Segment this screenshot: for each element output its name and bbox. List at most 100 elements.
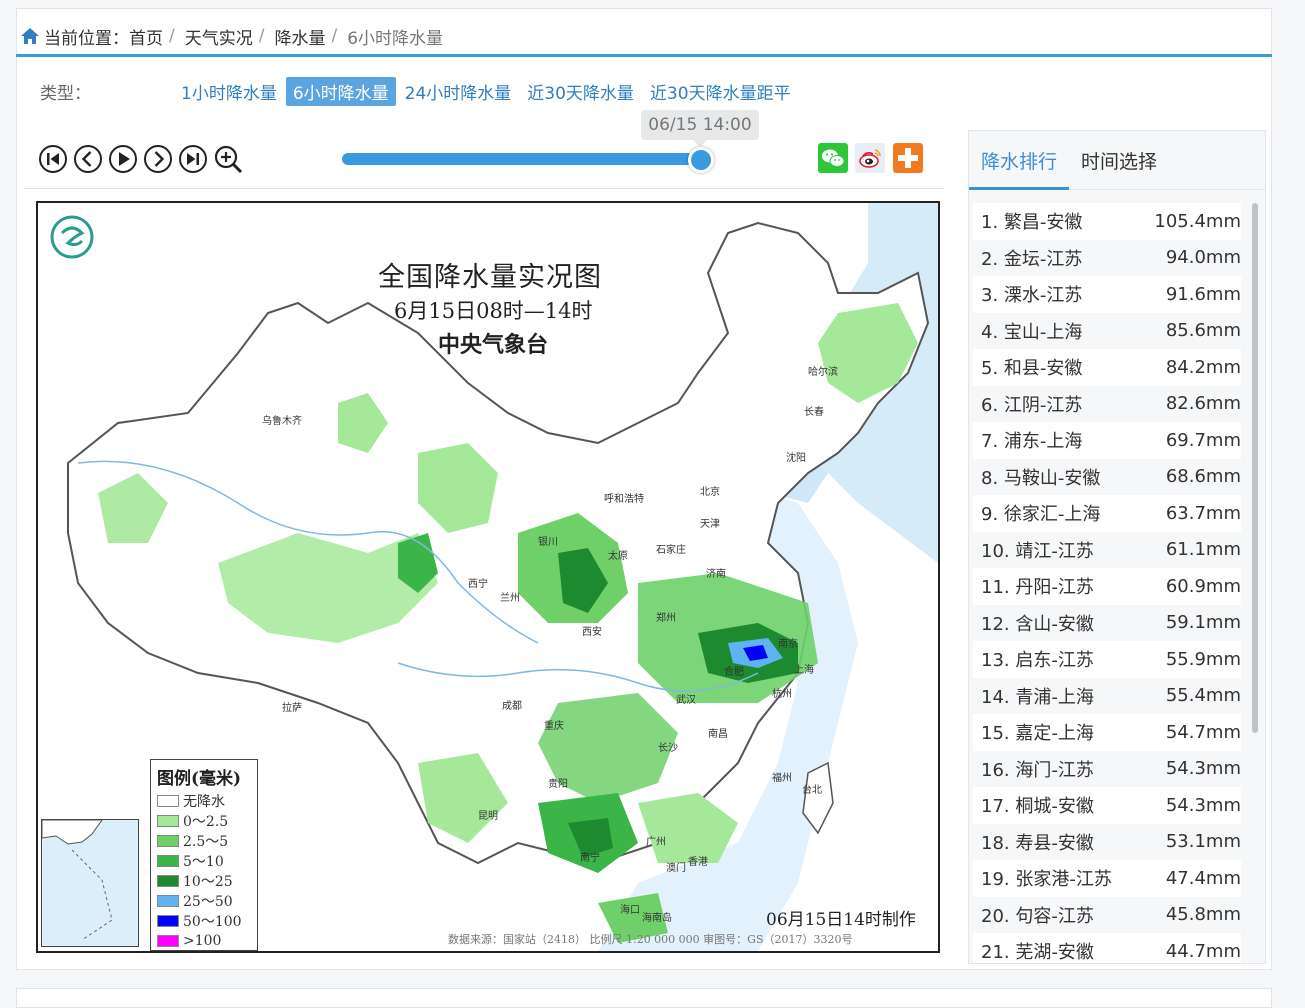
- ranking-row[interactable]: 15. 嘉定-上海 54.7mm: [973, 714, 1241, 751]
- ranking-row[interactable]: 8. 马鞍山-安徽 68.6mm: [973, 458, 1241, 495]
- city-label: 长沙: [658, 743, 678, 754]
- legend-item: 无降水: [151, 791, 257, 811]
- legend-label: 5～10: [183, 854, 224, 870]
- ranking-value: 54.3mm: [1165, 794, 1241, 816]
- ranking-row[interactable]: 18. 寿县-安徽 53.1mm: [973, 823, 1241, 860]
- legend-title: 图例(毫米): [157, 769, 242, 789]
- first-icon[interactable]: [38, 144, 68, 174]
- map-subtitle: 6月15日08时—14时: [394, 299, 593, 323]
- breadcrumb-home[interactable]: 首页: [129, 24, 163, 49]
- wechat-icon[interactable]: [818, 143, 848, 173]
- ranking-row[interactable]: 11. 丹阳-江苏 60.9mm: [973, 568, 1241, 605]
- ranking-row[interactable]: 16. 海门-江苏 54.3mm: [973, 750, 1241, 787]
- ranking-row[interactable]: 7. 浦东-上海 69.7mm: [973, 422, 1241, 459]
- ranking-row[interactable]: 21. 芜湖-安徽 44.7mm: [973, 933, 1241, 963]
- next-icon[interactable]: [143, 144, 173, 174]
- ranking-list: 1. 繁昌-安徽 105.4mm 2. 金坛-江苏 94.0mm 3. 溧水-江苏 91.…: [973, 203, 1241, 963]
- ranking-scrollbar[interactable]: [1252, 203, 1258, 733]
- ranking-row[interactable]: 4. 宝山-上海 85.6mm: [973, 312, 1241, 349]
- city-label: 呼和浩特: [604, 494, 644, 505]
- ranking-row[interactable]: 9. 徐家汇-上海 63.7mm: [973, 495, 1241, 532]
- legend-label: 0～2.5: [183, 814, 229, 830]
- breadcrumb-sep: /: [258, 26, 265, 46]
- legend-swatch: [157, 875, 179, 887]
- ranking-row[interactable]: 13. 启东-江苏 55.9mm: [973, 641, 1241, 678]
- breadcrumb-weather-live[interactable]: 天气实况: [185, 24, 253, 49]
- breadcrumb-current: 6小时降水量: [347, 28, 444, 49]
- ranking-value: 105.4mm: [1154, 210, 1241, 232]
- city-label: 石家庄: [656, 545, 686, 556]
- ranking-station: 13. 启东-江苏: [981, 650, 1094, 672]
- legend-swatch: [157, 855, 179, 867]
- breadcrumb-sep: /: [331, 26, 338, 46]
- type-label: 类型：: [40, 83, 91, 104]
- tab-precip-ranking[interactable]: 降水排行: [969, 131, 1070, 190]
- ranking-row[interactable]: 5. 和县-安徽 84.2mm: [973, 349, 1241, 386]
- type-option-1h[interactable]: 1小时降水量: [174, 77, 284, 106]
- ranking-row[interactable]: 19. 张家港-江苏 47.4mm: [973, 860, 1241, 897]
- breadcrumb-sep: /: [169, 26, 175, 46]
- ranking-value: 54.7mm: [1165, 721, 1241, 743]
- ranking-value: 47.4mm: [1165, 867, 1241, 889]
- ranking-station: 15. 嘉定-上海: [981, 723, 1094, 745]
- ranking-station: 11. 丹阳-江苏: [981, 577, 1094, 599]
- south-china-sea-inset: [41, 819, 139, 947]
- city-label: 海口: [620, 905, 640, 916]
- home-icon[interactable]: [20, 26, 40, 46]
- precipitation-map[interactable]: 全国降水量实况图 6月15日08时—14时 中央气象台 乌鲁木齐 哈尔滨 长春 …: [36, 201, 940, 953]
- ranking-row[interactable]: 3. 溧水-江苏 91.6mm: [973, 276, 1241, 313]
- ranking-value: 63.7mm: [1165, 502, 1241, 524]
- legend-swatch: [157, 795, 179, 807]
- city-label: 拉萨: [282, 703, 302, 714]
- ranking-row[interactable]: 17. 桐城-安徽 54.3mm: [973, 787, 1241, 824]
- ranking-station: 3. 溧水-江苏: [981, 285, 1083, 307]
- city-label: 银川: [538, 537, 558, 548]
- ranking-value: 91.6mm: [1165, 283, 1241, 305]
- ranking-row[interactable]: 2. 金坛-江苏 94.0mm: [973, 239, 1241, 276]
- ranking-row[interactable]: 10. 靖江-江苏 61.1mm: [973, 531, 1241, 568]
- legend-label: 25～50: [183, 894, 233, 910]
- city-label: 海南岛: [642, 913, 672, 924]
- ranking-row[interactable]: 20. 句容-江苏 45.8mm: [973, 896, 1241, 933]
- legend-item: 50～100: [151, 911, 257, 931]
- ranking-value: 60.9mm: [1165, 575, 1241, 597]
- legend-swatch: [157, 895, 179, 907]
- prev-icon[interactable]: [73, 144, 103, 174]
- time-slider-track[interactable]: [342, 153, 700, 165]
- zoom-in-icon[interactable]: [213, 144, 243, 174]
- ranking-row[interactable]: 6. 江阴-江苏 82.6mm: [973, 385, 1241, 422]
- ranking-station: 2. 金坛-江苏: [981, 248, 1083, 270]
- type-option-6h[interactable]: 6小时降水量: [285, 76, 396, 106]
- ranking-row[interactable]: 14. 青浦-上海 55.4mm: [973, 677, 1241, 714]
- legend-label: 10～25: [183, 874, 233, 890]
- city-label: 成都: [502, 701, 522, 712]
- legend-swatch: [157, 815, 179, 827]
- ranking-row[interactable]: 1. 繁昌-安徽 105.4mm: [973, 203, 1241, 240]
- type-option-24h[interactable]: 24小时降水量: [398, 77, 519, 106]
- plus-icon[interactable]: [893, 143, 923, 173]
- city-label: 福州: [772, 773, 792, 784]
- legend-item: >100: [151, 931, 257, 951]
- city-label: 南宁: [580, 853, 600, 864]
- map-org: 中央气象台: [438, 332, 549, 358]
- city-label: 济南: [706, 569, 726, 580]
- ranking-value: 94.0mm: [1165, 247, 1241, 269]
- type-option-30d-anomaly[interactable]: 近30天降水量距平: [643, 77, 798, 106]
- time-slider-handle[interactable]: [688, 147, 714, 173]
- play-icon[interactable]: [108, 144, 138, 174]
- ranking-row[interactable]: 12. 含山-安徽 59.1mm: [973, 604, 1241, 641]
- map-title: 全国降水量实况图: [378, 262, 602, 293]
- ranking-panel: 降水排行 时间选择 1. 繁昌-安徽 105.4mm 2. 金坛-江苏 94.0mm 3…: [968, 130, 1266, 964]
- city-label: 兰州: [500, 593, 520, 604]
- header-divider: [16, 54, 1272, 57]
- ranking-station: 18. 寿县-安徽: [981, 832, 1094, 854]
- city-label: 西安: [582, 627, 602, 638]
- legend-label: 2.5～5: [183, 834, 229, 850]
- type-option-30d[interactable]: 近30天降水量: [520, 77, 641, 106]
- last-icon[interactable]: [178, 144, 208, 174]
- breadcrumb-precipitation[interactable]: 降水量: [274, 24, 325, 49]
- city-label: 武汉: [676, 695, 696, 706]
- city-label: 昆明: [478, 811, 498, 822]
- tab-time-select[interactable]: 时间选择: [1069, 131, 1169, 189]
- weibo-icon[interactable]: [855, 143, 885, 173]
